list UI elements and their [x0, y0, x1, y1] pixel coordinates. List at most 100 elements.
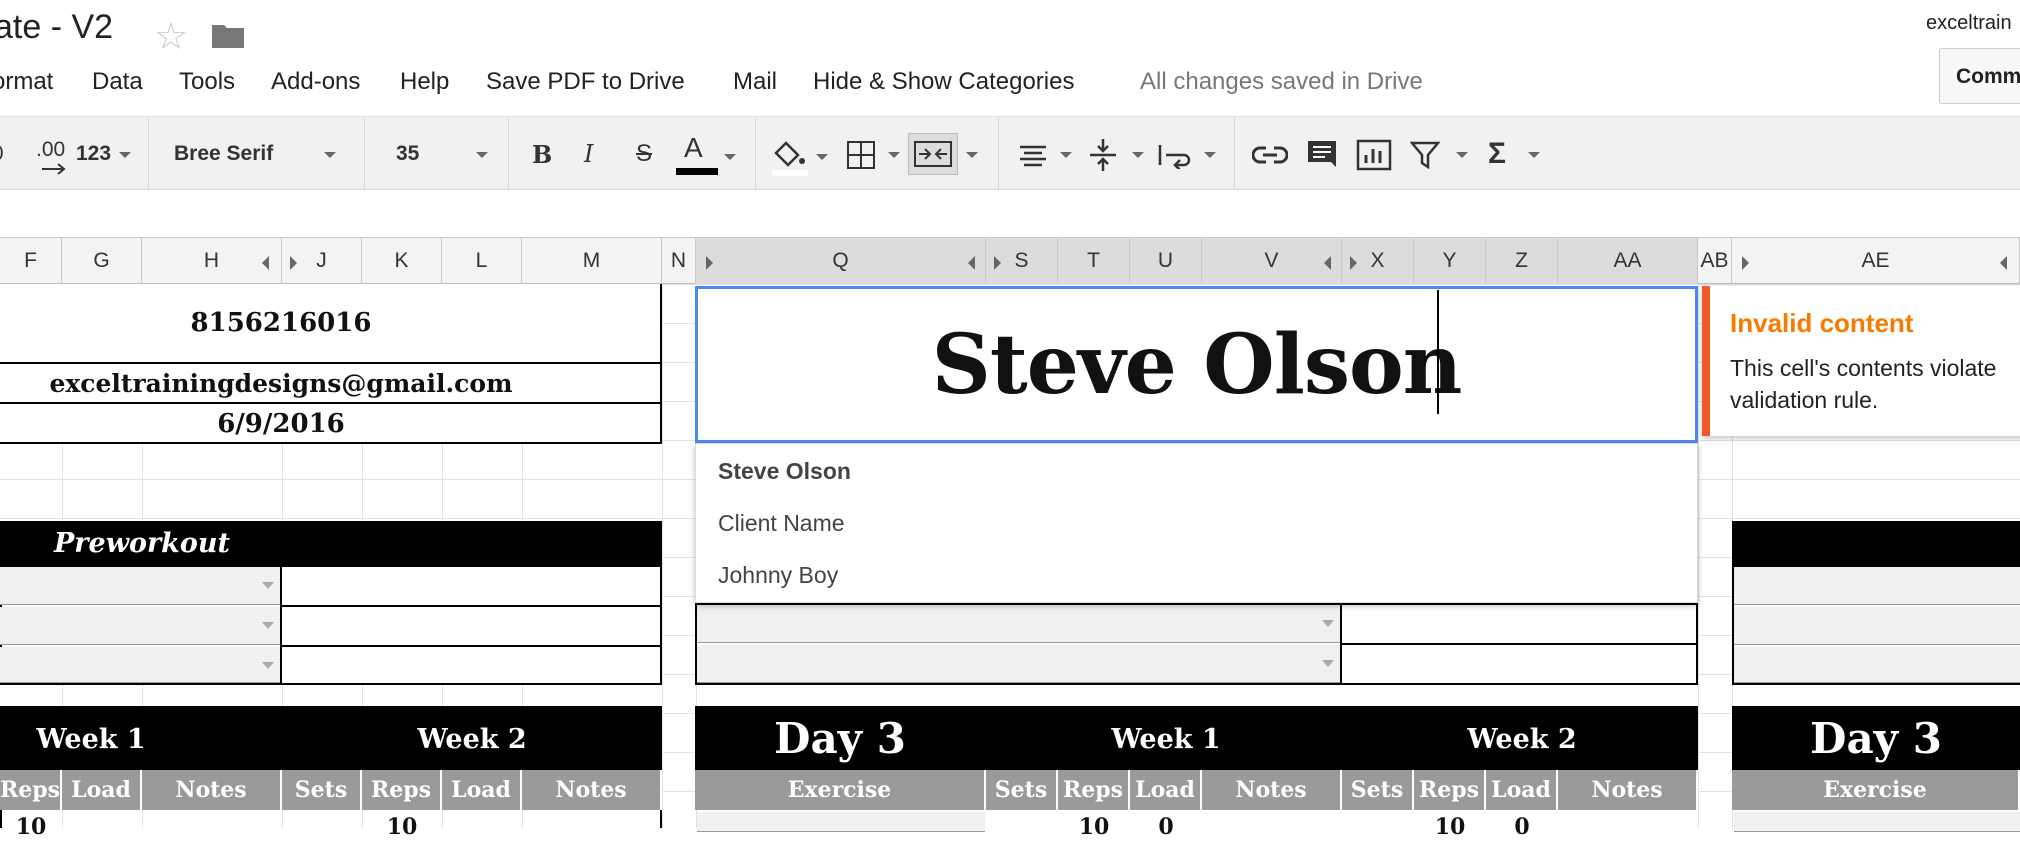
col-exercise-header: Exercise [695, 770, 986, 810]
hidden-columns-right-icon[interactable] [290, 256, 297, 270]
hidden-columns-right-icon[interactable] [1350, 256, 1357, 270]
increase-decimal-button[interactable]: .00 [36, 113, 65, 187]
reps-cell[interactable]: 10 [1058, 812, 1130, 842]
autocomplete-option[interactable]: Johnny Boy [718, 562, 838, 589]
col-header-z[interactable]: Z [1486, 238, 1558, 284]
divider [1342, 643, 1698, 645]
phone-cell[interactable]: 8156216016 [0, 300, 562, 346]
col-header-y[interactable]: Y [1414, 238, 1486, 284]
folder-icon[interactable] [212, 22, 244, 48]
col-header-f[interactable]: F [0, 238, 62, 284]
mid-preworkout-dropdown[interactable] [697, 605, 1341, 643]
font-select[interactable]: Bree Serif [174, 117, 273, 191]
col-load-header: Load [62, 770, 142, 810]
reps-cell[interactable]: 10 [1414, 812, 1486, 842]
formula-bar[interactable] [0, 190, 2020, 238]
right-preworkout-dropdown[interactable] [1734, 607, 2020, 645]
date-cell[interactable]: 6/9/2016 [0, 404, 562, 444]
chart-icon[interactable] [1356, 139, 1392, 171]
editing-cell[interactable]: Steve Olson [695, 286, 1698, 443]
col-sets-header: Sets [282, 770, 362, 810]
hidden-columns-right-icon[interactable] [994, 256, 1001, 270]
menu-data[interactable]: Data [92, 68, 143, 96]
chevron-down-icon [119, 152, 131, 158]
mid-preworkout-dropdown[interactable] [697, 645, 1341, 683]
chevron-down-icon [1204, 152, 1216, 158]
autocomplete-option[interactable]: Steve Olson [718, 458, 851, 485]
col-header-m[interactable]: M [522, 238, 662, 284]
col-notes-header: Notes [522, 770, 662, 810]
menu-save-pdf[interactable]: Save PDF to Drive [486, 68, 685, 96]
exercise-dropdown[interactable] [697, 812, 985, 832]
col-notes-header: Notes [1558, 770, 1698, 810]
col-header-ab[interactable]: AB [1698, 238, 1732, 284]
client-name-input[interactable]: Steve Olson [698, 289, 1695, 440]
borders-icon[interactable] [847, 141, 875, 169]
hidden-columns-left-icon[interactable] [262, 256, 269, 270]
col-header-t[interactable]: T [1058, 238, 1130, 284]
dropdown-arrow-icon[interactable] [1322, 620, 1334, 627]
star-icon[interactable]: ☆ [154, 14, 188, 59]
vertical-align-icon[interactable] [1088, 137, 1118, 173]
bold-button[interactable]: B [532, 117, 552, 191]
menu-help[interactable]: Help [400, 68, 449, 96]
email-cell[interactable]: exceltrainingdesigns@gmail.com [0, 364, 562, 402]
reps-cell[interactable]: 10 [362, 812, 442, 842]
right-preworkout-dropdown[interactable] [1734, 567, 2020, 605]
col-header-l[interactable]: L [442, 238, 522, 284]
hidden-columns-left-icon[interactable] [968, 256, 975, 270]
col-header-n[interactable]: N [662, 238, 696, 284]
menu-mail[interactable]: Mail [733, 68, 777, 96]
document-title[interactable]: ate - V2 [0, 8, 113, 47]
autocomplete-option[interactable]: Client Name [718, 510, 845, 537]
menu-tools[interactable]: Tools [179, 68, 235, 96]
preworkout-dropdown[interactable] [0, 607, 280, 645]
hidden-columns-left-icon[interactable] [2000, 256, 2007, 270]
col-load-header: Load [442, 770, 522, 810]
day3-right-label: Day 3 [1732, 706, 2020, 770]
functions-button[interactable]: Σ [1488, 117, 1506, 191]
decrease-decimal-button[interactable]: .0 [0, 117, 4, 191]
menu-hide-show[interactable]: Hide & Show Categories [813, 68, 1074, 96]
hidden-columns-right-icon[interactable] [706, 256, 713, 270]
exercise-dropdown[interactable] [1734, 812, 2020, 832]
hidden-columns-right-icon[interactable] [1742, 256, 1749, 270]
load-cell[interactable]: 0 [1130, 812, 1202, 842]
align-center-icon[interactable] [1018, 145, 1048, 167]
fill-color-icon[interactable] [770, 139, 810, 177]
column-header-row: F G H J K L M N Q S T U V X Y Z AA AB AE [0, 238, 2020, 284]
filter-icon[interactable] [1410, 141, 1440, 169]
text-wrap-icon[interactable] [1158, 141, 1192, 169]
menu-addons[interactable]: Add-ons [271, 68, 360, 96]
menu-format[interactable]: ormat [0, 68, 53, 96]
col-header-ae[interactable]: AE [1732, 238, 2020, 284]
strikethrough-button[interactable]: S [636, 117, 652, 191]
col-header-k[interactable]: K [362, 238, 442, 284]
col-header-h[interactable]: H [142, 238, 282, 284]
comment-icon[interactable] [1306, 139, 1338, 169]
dropdown-arrow-icon[interactable] [1322, 660, 1334, 667]
col-header-v[interactable]: V [1202, 238, 1342, 284]
preworkout-dropdown[interactable] [0, 567, 280, 605]
merge-cells-icon [914, 141, 952, 167]
col-header-g[interactable]: G [62, 238, 142, 284]
load-cell[interactable]: 0 [1486, 812, 1558, 842]
dropdown-arrow-icon[interactable] [262, 662, 274, 669]
hidden-columns-left-icon[interactable] [1324, 256, 1331, 270]
font-size-select[interactable]: 35 [396, 117, 419, 191]
account-name[interactable]: exceltrain [1926, 12, 2012, 35]
col-reps-header: Reps [0, 770, 62, 810]
col-header-aa[interactable]: AA [1558, 238, 1698, 284]
col-header-u[interactable]: U [1130, 238, 1202, 284]
italic-button[interactable]: I [584, 117, 593, 191]
dropdown-arrow-icon[interactable] [262, 622, 274, 629]
link-icon[interactable] [1252, 145, 1288, 165]
preworkout-dropdown[interactable] [0, 647, 280, 683]
col-header-q[interactable]: Q [696, 238, 986, 284]
right-preworkout-dropdown[interactable] [1734, 647, 2020, 683]
chevron-down-icon [816, 154, 828, 160]
dropdown-arrow-icon[interactable] [262, 582, 274, 589]
reps-cell[interactable]: 10 [0, 812, 62, 842]
number-format-button[interactable]: 123 [76, 117, 111, 191]
comments-button[interactable]: Comm [1939, 48, 2020, 104]
